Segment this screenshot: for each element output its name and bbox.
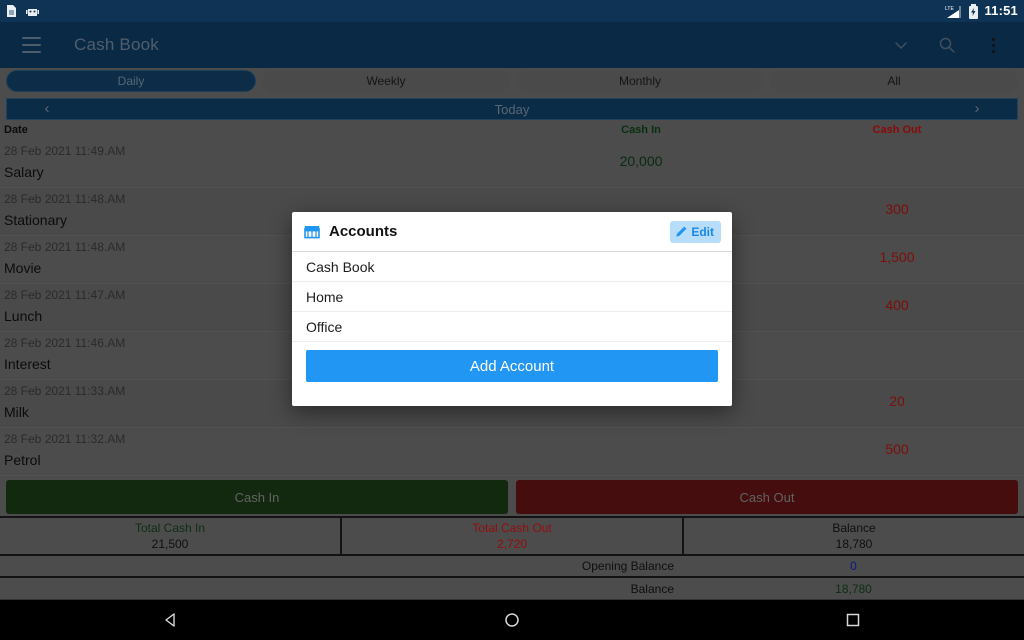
pencil-icon bbox=[676, 226, 687, 237]
account-name: Office bbox=[306, 318, 343, 335]
android-nav-bar bbox=[0, 600, 1024, 640]
account-name: Cash Book bbox=[306, 258, 375, 275]
status-bar-clock: 11:51 bbox=[984, 3, 1018, 18]
android-robot-icon bbox=[26, 8, 39, 16]
status-bar-left-icons bbox=[6, 4, 39, 18]
app-screen: LTE 11:51 Cash Book Daily Weekly Monthly… bbox=[0, 0, 1024, 640]
battery-charging-icon bbox=[969, 3, 979, 19]
accounts-dialog-header: Accounts Edit bbox=[292, 212, 732, 252]
status-bar-right-icons: LTE 11:51 bbox=[945, 0, 1018, 22]
add-account-button[interactable]: Add Account bbox=[306, 350, 718, 382]
lte-signal-icon: LTE bbox=[945, 5, 962, 18]
list-item[interactable]: Office bbox=[292, 312, 732, 342]
triangle-back-icon[interactable] bbox=[0, 611, 341, 629]
circle-home-icon[interactable] bbox=[341, 611, 682, 629]
edit-accounts-label: Edit bbox=[691, 224, 714, 239]
list-item[interactable]: Home bbox=[292, 282, 732, 312]
svg-text:LTE: LTE bbox=[945, 6, 954, 12]
accounts-dialog: Accounts Edit Cash Book Home Office Add … bbox=[292, 212, 732, 406]
account-name: Home bbox=[306, 288, 344, 305]
accounts-list: Cash Book Home Office bbox=[292, 252, 732, 342]
storefront-icon bbox=[304, 225, 320, 238]
list-item[interactable]: Cash Book bbox=[292, 252, 732, 282]
accounts-dialog-title: Accounts bbox=[329, 223, 398, 240]
add-account-label: Add Account bbox=[469, 357, 555, 375]
square-recents-icon[interactable] bbox=[683, 611, 1024, 629]
accounts-dialog-footer: Add Account bbox=[292, 342, 732, 382]
sim-card-icon bbox=[7, 5, 16, 17]
status-bar: LTE 11:51 bbox=[0, 0, 1024, 22]
edit-accounts-button[interactable]: Edit bbox=[670, 220, 721, 243]
